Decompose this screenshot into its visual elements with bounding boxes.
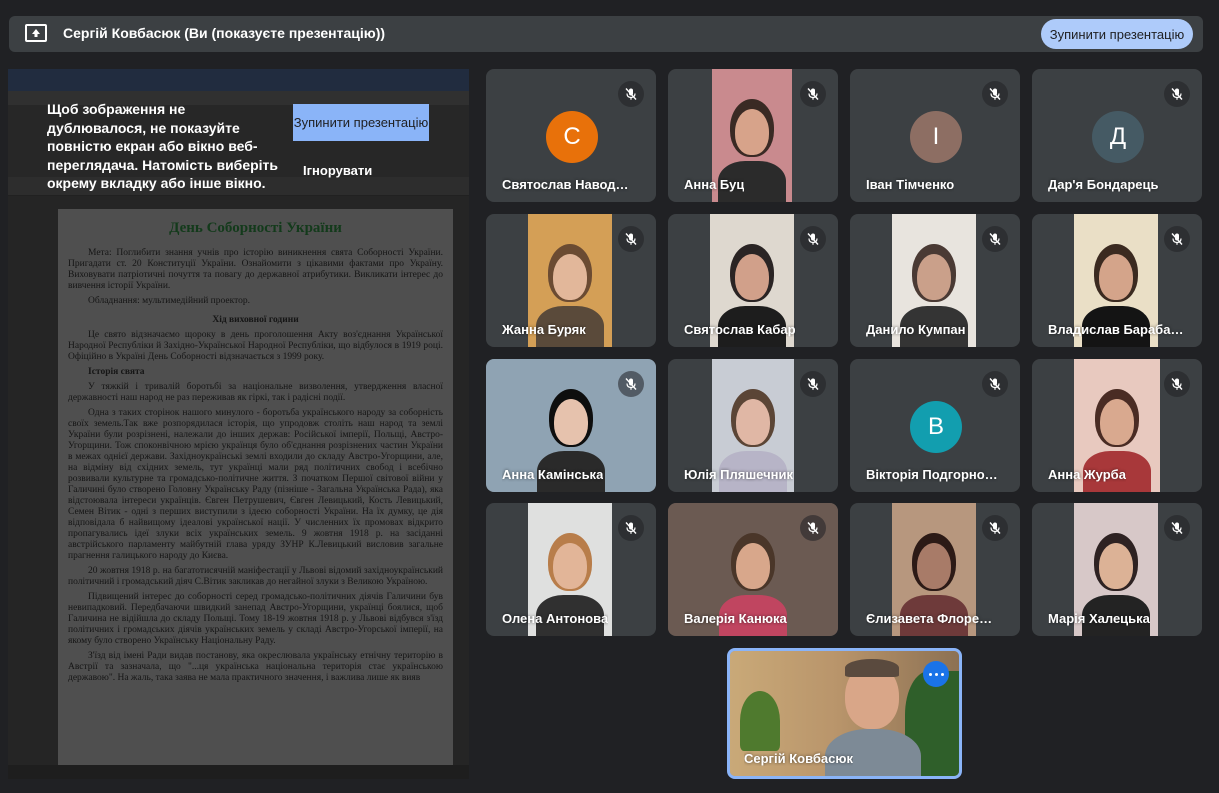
participant-name: Сергій Ковбасюк <box>744 751 853 766</box>
presenter-title: Сергій Ковбасюк (Ви (показуєте презентац… <box>63 25 386 41</box>
mic-off-icon <box>1164 226 1190 252</box>
participant-avatar: В <box>910 401 962 453</box>
participant-name: Марія Халецька <box>1048 611 1150 626</box>
mic-off-icon <box>982 226 1008 252</box>
participant-name: Анна Буц <box>684 177 745 192</box>
mic-off-icon <box>1164 371 1190 397</box>
participant-tile[interactable]: Жанна Буряк <box>486 214 656 347</box>
mic-off-icon <box>618 515 644 541</box>
participant-name: Святослав Кабар <box>684 322 796 337</box>
participant-tile[interactable]: І Іван Тімченко <box>850 69 1020 202</box>
participant-name: Іван Тімченко <box>866 177 955 192</box>
more-options-button[interactable] <box>923 661 949 687</box>
participant-avatar: С <box>546 111 598 163</box>
mic-off-icon <box>800 226 826 252</box>
mic-off-icon <box>618 371 644 397</box>
mic-off-icon <box>982 81 1008 107</box>
participant-tile[interactable]: Анна Буц <box>668 69 838 202</box>
mic-off-icon <box>1164 81 1190 107</box>
participant-name: Владислав Бараба… <box>1048 322 1184 337</box>
participant-tile[interactable]: С Святослав Навод… <box>486 69 656 202</box>
mic-off-icon <box>618 226 644 252</box>
participant-name: Святослав Навод… <box>502 177 629 192</box>
participant-avatar: І <box>910 111 962 163</box>
participant-name: Данило Кумпан <box>866 322 966 337</box>
stop-presenting-button[interactable]: Зупинити презентацію <box>1041 19 1193 49</box>
participant-name: Дар'я Бондарець <box>1048 177 1159 192</box>
participant-tile[interactable]: Владислав Бараба… <box>1032 214 1202 347</box>
self-video-tile[interactable]: Сергій Ковбасюк <box>727 648 962 779</box>
participant-name: Юлія Пляшечник <box>684 467 793 482</box>
participant-tile[interactable]: Єлизавета Флоре… <box>850 503 1020 636</box>
mic-off-icon <box>800 371 826 397</box>
participant-tile[interactable]: Анна Журба <box>1032 359 1202 492</box>
participant-name: Вікторія Подгорно… <box>866 467 998 482</box>
presenting-banner: Сергій Ковбасюк (Ви (показуєте презентац… <box>9 16 1203 52</box>
participant-tile[interactable]: Данило Кумпан <box>850 214 1020 347</box>
share-warning-text: Щоб зображення не дублювалося, не показу… <box>47 101 279 191</box>
participant-name: Анна Журба <box>1048 467 1126 482</box>
mic-off-icon <box>800 515 826 541</box>
ignore-button[interactable]: Ігнорувати <box>303 163 372 178</box>
participant-tile[interactable]: В Вікторія Подгорно… <box>850 359 1020 492</box>
warning-stop-presenting-button[interactable]: Зупинити презентацію <box>293 104 429 141</box>
participant-name: Олена Антонова <box>502 611 609 626</box>
participant-name: Валерія Канюка <box>684 611 787 626</box>
mic-off-icon <box>1164 515 1190 541</box>
participant-tile[interactable]: Олена Антонова <box>486 503 656 636</box>
mic-off-icon <box>800 81 826 107</box>
plant-image <box>740 691 780 751</box>
mic-off-icon <box>618 81 644 107</box>
present-screen-icon <box>25 24 47 42</box>
participant-tile[interactable]: Анна Камінська <box>486 359 656 492</box>
participant-tile[interactable]: Юлія Пляшечник <box>668 359 838 492</box>
mic-off-icon <box>982 371 1008 397</box>
participant-name: Єлизавета Флоре… <box>866 611 993 626</box>
participant-tile[interactable]: Марія Халецька <box>1032 503 1202 636</box>
participant-avatar: Д <box>1092 111 1144 163</box>
participant-tile[interactable]: Святослав Кабар <box>668 214 838 347</box>
participant-name: Жанна Буряк <box>502 322 586 337</box>
participant-tile[interactable]: Валерія Канюка <box>668 503 838 636</box>
participant-tile[interactable]: Д Дар'я Бондарець <box>1032 69 1202 202</box>
participant-name: Анна Камінська <box>502 467 604 482</box>
mic-off-icon <box>982 515 1008 541</box>
